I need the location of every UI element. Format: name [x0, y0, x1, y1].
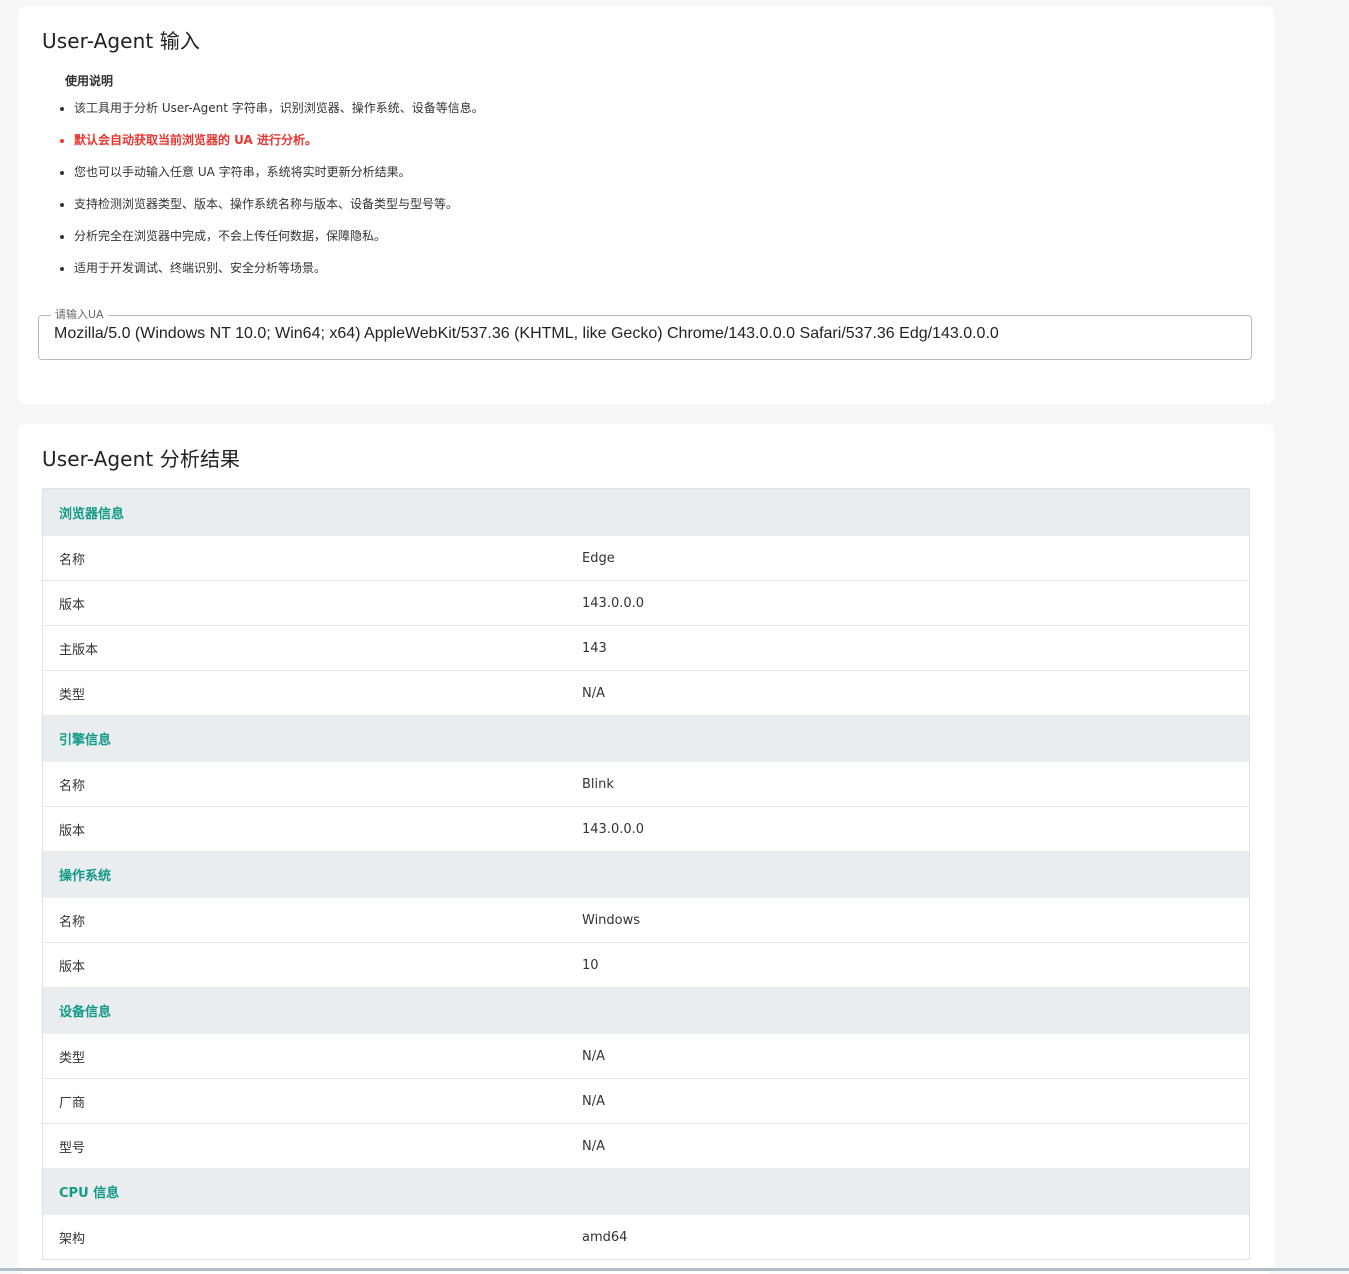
section-header-engine: 引擎信息: [43, 715, 1249, 762]
section-header-cpu: CPU 信息: [43, 1168, 1249, 1215]
row-key: 架构: [59, 1231, 86, 1247]
table-row: 名称 Blink: [43, 762, 1249, 807]
input-card-title: User-Agent 输入: [42, 29, 200, 53]
ua-input[interactable]: [54, 325, 1236, 343]
help-title: 使用说明: [65, 74, 114, 88]
help-item-warning: 默认会自动获取当前浏览器的 UA 进行分析。: [74, 132, 484, 164]
table-row: 型号 N/A: [43, 1124, 1249, 1168]
help-item: 适用于开发调试、终端识别、安全分析等场景。: [74, 260, 484, 292]
row-value: 143: [582, 640, 607, 656]
row-key: 版本: [59, 597, 86, 613]
ua-field: 请输入UA: [38, 308, 1252, 360]
help-item: 您也可以手动输入任意 UA 字符串，系统将实时更新分析结果。: [74, 164, 484, 196]
table-row: 类型 N/A: [43, 671, 1249, 715]
row-value: Edge: [582, 550, 615, 566]
row-key: 类型: [59, 1050, 86, 1066]
table-row: 架构 amd64: [43, 1215, 1249, 1259]
table-row: 名称 Windows: [43, 898, 1249, 943]
row-value: amd64: [582, 1229, 628, 1245]
row-value: N/A: [582, 1138, 605, 1154]
row-value: 143.0.0.0: [582, 595, 645, 611]
help-item: 支持检测浏览器类型、版本、操作系统名称与版本、设备类型与型号等。: [74, 196, 484, 228]
row-value: Windows: [582, 912, 641, 928]
row-value: N/A: [582, 1048, 605, 1064]
table-row: 名称 Edge: [43, 536, 1249, 581]
row-key: 名称: [59, 552, 86, 568]
ua-input-card: User-Agent 输入 使用说明 该工具用于分析 User-Agent 字符…: [18, 6, 1274, 404]
row-key: 名称: [59, 778, 86, 794]
table-row: 厂商 N/A: [43, 1079, 1249, 1124]
row-value: Blink: [582, 776, 614, 792]
row-key: 型号: [59, 1140, 86, 1156]
row-key: 版本: [59, 959, 86, 975]
row-value: 143.0.0.0: [582, 821, 645, 837]
help-item: 分析完全在浏览器中完成，不会上传任何数据，保障隐私。: [74, 228, 484, 260]
row-key: 厂商: [59, 1095, 86, 1111]
table-row: 版本 143.0.0.0: [43, 807, 1249, 851]
row-key: 主版本: [59, 642, 99, 658]
table-row: 主版本 143: [43, 626, 1249, 671]
help-item: 该工具用于分析 User-Agent 字符串，识别浏览器、操作系统、设备等信息。: [74, 100, 484, 132]
row-value: N/A: [582, 1093, 605, 1109]
result-card-title: User-Agent 分析结果: [42, 447, 241, 471]
row-key: 版本: [59, 823, 86, 839]
section-header-os: 操作系统: [43, 851, 1249, 898]
result-table: 浏览器信息 名称 Edge 版本 143.0.0.0 主版本 143 类型 N/…: [42, 488, 1250, 1260]
row-value: 10: [582, 957, 599, 973]
table-row: 版本 10: [43, 943, 1249, 987]
row-key: 类型: [59, 687, 86, 703]
section-header-browser: 浏览器信息: [43, 489, 1249, 536]
section-header-device: 设备信息: [43, 987, 1249, 1034]
table-row: 版本 143.0.0.0: [43, 581, 1249, 626]
row-value: N/A: [582, 685, 605, 701]
ua-result-card: User-Agent 分析结果 浏览器信息 名称 Edge 版本 143.0.0…: [18, 424, 1274, 1274]
table-row: 类型 N/A: [43, 1034, 1249, 1079]
row-key: 名称: [59, 914, 86, 930]
help-list: 该工具用于分析 User-Agent 字符串，识别浏览器、操作系统、设备等信息。…: [56, 100, 484, 292]
ua-field-label: 请输入UA: [55, 308, 104, 321]
